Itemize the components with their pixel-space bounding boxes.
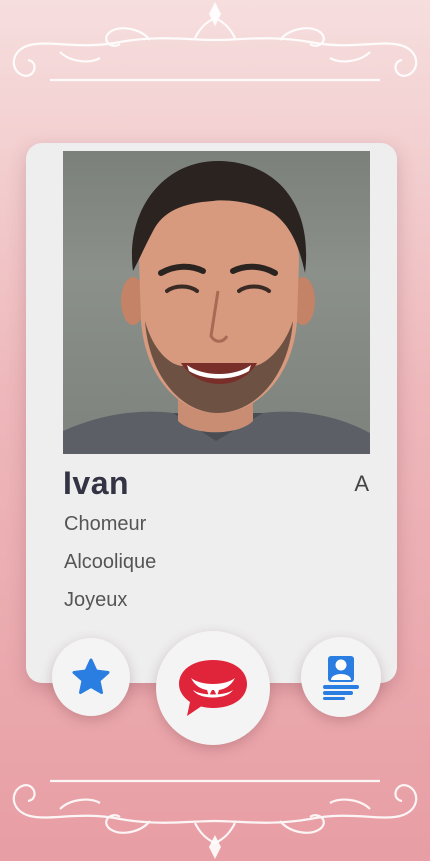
bottom-ornament	[12, 779, 418, 859]
profile-photo	[63, 151, 370, 454]
trait-item: Joyeux	[64, 589, 128, 611]
profile-details-button[interactable]	[301, 637, 381, 717]
vampire-mouth-chat-icon	[179, 660, 247, 716]
profile-card-icon	[323, 656, 359, 700]
bite-button[interactable]	[156, 631, 270, 745]
favorite-button[interactable]	[52, 638, 130, 716]
person-portrait-icon	[63, 160, 370, 454]
star-icon	[72, 658, 110, 694]
profile-grade: A	[354, 471, 369, 496]
profile-card[interactable]: Ivan A Chomeur Alcoolique Joyeux	[26, 143, 397, 683]
trait-item: Alcoolique	[64, 551, 157, 573]
trait-item: Chomeur	[64, 513, 147, 535]
profile-name: Ivan	[63, 465, 130, 501]
top-ornament	[12, 2, 418, 82]
